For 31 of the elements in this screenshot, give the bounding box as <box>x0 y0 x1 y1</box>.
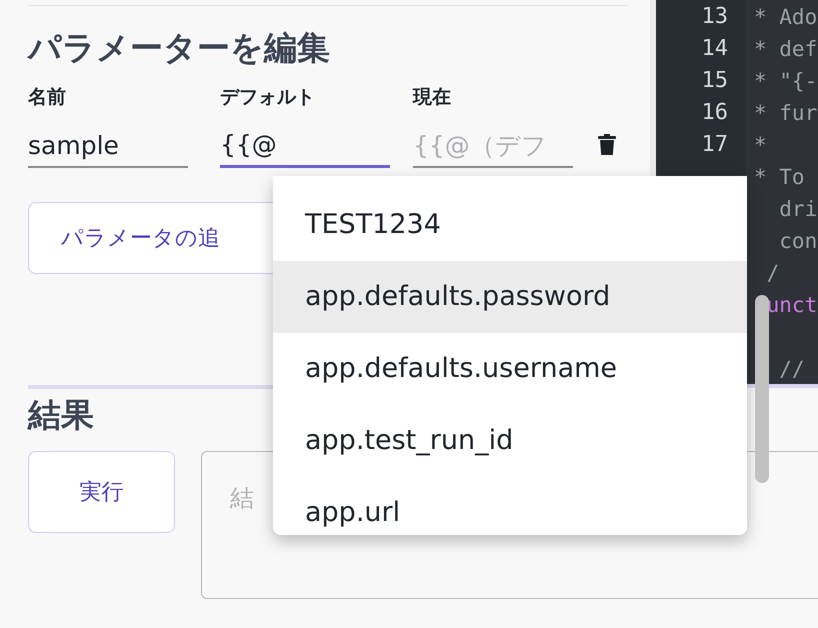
run-button[interactable]: 実行 <box>28 451 175 533</box>
code-line: * def <box>754 36 818 63</box>
code-line: * Ado <box>754 4 818 31</box>
code-line: // <box>778 356 806 383</box>
line-number: 14 <box>700 35 729 63</box>
name-field[interactable]: sample <box>28 122 188 168</box>
line-number: 15 <box>700 67 729 95</box>
column-label: デフォルト <box>220 85 316 110</box>
column-label: 現在 <box>413 85 452 110</box>
scrollbar-thumb[interactable] <box>755 295 769 483</box>
line-number: 17 <box>700 131 729 159</box>
code-line: dri <box>778 196 818 223</box>
code-line: * "{- <box>754 68 818 95</box>
trash-icon[interactable] <box>598 134 616 156</box>
code-line: / <box>766 260 780 287</box>
menu-item[interactable]: app.defaults.password <box>273 261 747 333</box>
section-heading: 結果 <box>28 394 95 436</box>
menu-item[interactable]: app.defaults.username <box>273 333 747 405</box>
current-value-field[interactable]: {{@（デフ <box>413 122 573 168</box>
code-line: con <box>778 228 818 255</box>
column-label: 名前 <box>28 85 67 110</box>
menu-item[interactable]: app.url <box>273 477 747 535</box>
menu-item[interactable]: TEST1234 <box>273 189 747 261</box>
code-line: * <box>754 132 768 159</box>
line-number: 13 <box>700 3 729 31</box>
code-line: * To <box>754 164 806 191</box>
default-value-field[interactable]: {{@ <box>220 122 390 168</box>
code-line: * fur <box>754 100 818 127</box>
line-number: 16 <box>700 99 729 127</box>
section-heading: パラメーターを編集 <box>28 27 331 69</box>
menu-item[interactable]: app.test_run_id <box>273 405 747 477</box>
